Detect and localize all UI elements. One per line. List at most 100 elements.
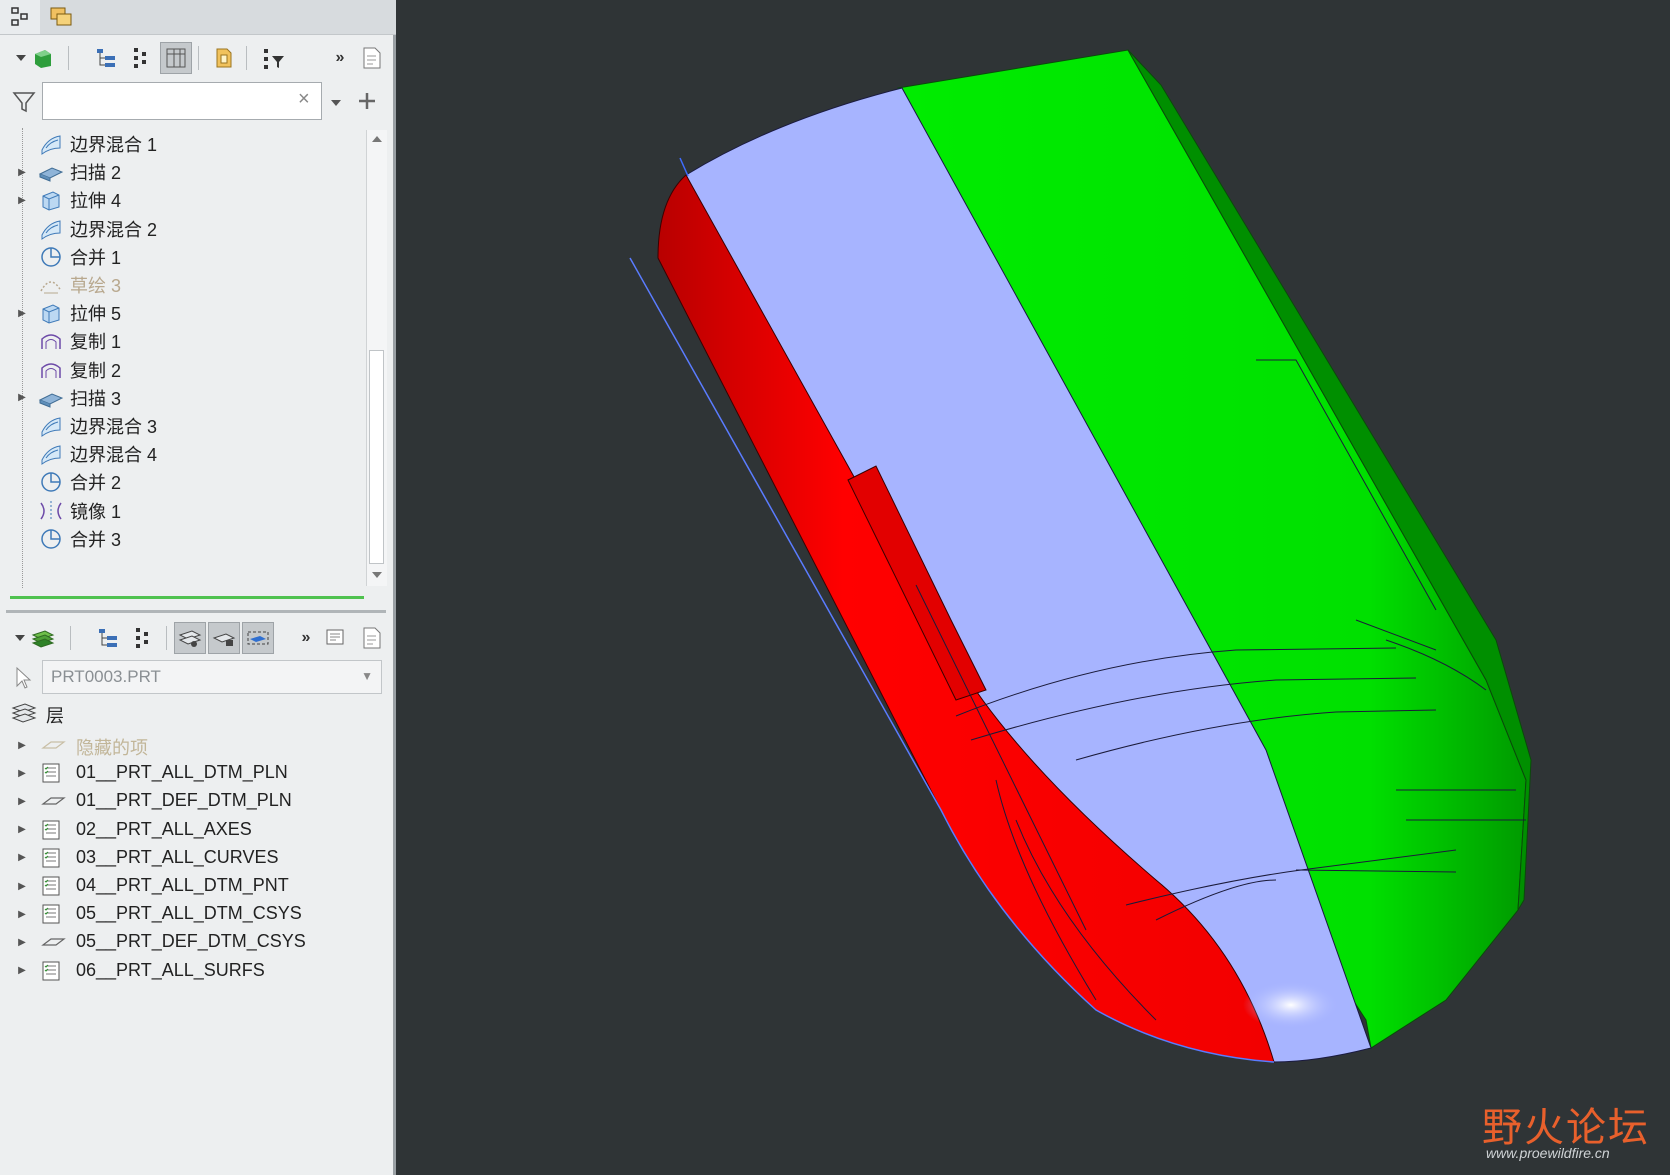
expand-arrow-icon[interactable]: ▶ — [16, 871, 28, 901]
active-model-row: PRT0003.PRT ▼ — [0, 660, 396, 696]
add-icon[interactable] — [356, 90, 378, 112]
tree-item[interactable]: 复制 1 — [0, 326, 364, 356]
expand-arrow-icon[interactable]: ▶ — [16, 185, 28, 215]
layer-menu-button[interactable] — [10, 622, 60, 654]
layer-item[interactable]: ▶ 06__PRT_ALL_SURFS — [0, 956, 396, 986]
layer-tree-show-button[interactable] — [92, 622, 124, 654]
sweep-icon — [38, 160, 64, 184]
layer-item[interactable]: ▶ 05__PRT_DEF_DTM_CSYS — [0, 927, 396, 957]
tree-item[interactable]: 合并 1 — [0, 242, 364, 272]
layer-expand-button[interactable] — [126, 622, 158, 654]
layer-isolate-button[interactable] — [208, 622, 240, 654]
layer-item[interactable]: ▶ 01__PRT_ALL_DTM_PLN — [0, 758, 396, 788]
layer-item-label: 05__PRT_ALL_DTM_CSYS — [76, 903, 302, 924]
tab-model-tree[interactable] — [0, 0, 40, 34]
expand-arrow-icon[interactable]: ▶ — [16, 815, 28, 845]
expand-arrow-icon[interactable]: ▶ — [16, 956, 28, 986]
tree-connector — [16, 467, 28, 497]
expand-arrow-icon[interactable]: ▶ — [16, 298, 28, 328]
tree-filter-button[interactable] — [258, 42, 290, 74]
tree-item[interactable]: 草绘 3 — [0, 270, 364, 300]
tree-item[interactable]: 合并 2 — [0, 467, 364, 497]
active-model-select[interactable]: PRT0003.PRT ▼ — [42, 660, 382, 694]
close-icon[interactable]: × — [298, 88, 310, 111]
expand-arrow-icon[interactable]: ▶ — [16, 157, 28, 187]
settings-page-icon — [363, 47, 381, 69]
expand-arrow-icon[interactable]: ▶ — [16, 383, 28, 413]
merge-icon — [38, 470, 64, 494]
active-model-name: PRT0003.PRT — [51, 667, 161, 686]
table-columns-icon — [166, 48, 186, 68]
tree-item[interactable]: 边界混合 2 — [0, 214, 364, 244]
layer-hidden-icon — [247, 631, 269, 645]
layer-hide-button[interactable] — [242, 622, 274, 654]
tree-connector — [16, 524, 28, 554]
tree-item-label: 扫描 2 — [70, 163, 122, 184]
scroll-up-icon[interactable] — [371, 134, 383, 144]
layer-settings-button[interactable] — [356, 622, 388, 654]
expand-arrow-icon[interactable]: ▶ — [16, 730, 28, 760]
merge-icon — [38, 527, 64, 551]
layer-item[interactable]: ▶ 隐藏的项 — [0, 730, 396, 760]
model-tree-toolbar: » — [0, 36, 396, 80]
tree-item[interactable]: 边界混合 3 — [0, 411, 364, 441]
search-input[interactable] — [42, 82, 322, 120]
model-tree-menu-button[interactable] — [10, 42, 60, 74]
funnel-icon[interactable] — [12, 90, 36, 114]
tree-item[interactable]: 边界混合 1 — [0, 129, 364, 159]
expand-arrow-icon[interactable]: ▶ — [16, 843, 28, 873]
tree-item[interactable]: ▶ 扫描 2 — [0, 157, 364, 187]
chevron-down-icon[interactable] — [330, 98, 342, 108]
extrude-icon — [38, 301, 64, 325]
tree-item[interactable]: ▶ 扫描 3 — [0, 383, 364, 413]
expand-arrow-icon[interactable]: ▶ — [16, 758, 28, 788]
layer-visible-icon — [178, 630, 202, 647]
tree-item-label: 拉伸 5 — [70, 304, 122, 325]
tree-item-label: 合并 3 — [70, 529, 122, 550]
layer-item[interactable]: ▶ 05__PRT_ALL_DTM_CSYS — [0, 899, 396, 929]
tree-item-label: 边界混合 4 — [70, 445, 158, 466]
tree-item[interactable]: 合并 3 — [0, 524, 364, 554]
tree-item[interactable]: 边界混合 4 — [0, 439, 364, 469]
tree-item-label: 边界混合 3 — [70, 417, 158, 437]
sweep-icon — [38, 386, 64, 410]
tree-columns-button[interactable] — [160, 42, 192, 74]
expand-arrow-icon[interactable]: ▶ — [16, 927, 28, 957]
graphics-viewport[interactable] — [396, 0, 1670, 1175]
layer-tree: ▶ 隐藏的项 ▶ 01__PRT_ALL_DTM_PLN ▶ 01__PRT_DEF_DT… — [0, 728, 396, 998]
layer-item[interactable]: ▶ 04__PRT_ALL_DTM_PNT — [0, 871, 396, 901]
layer-properties-button[interactable] — [320, 622, 352, 654]
scrollbar-thumb[interactable] — [369, 350, 384, 564]
panel-splitter[interactable] — [6, 610, 386, 613]
layer-item[interactable]: ▶ 03__PRT_ALL_CURVES — [0, 843, 396, 873]
merge-icon — [38, 245, 64, 269]
tree-show-button[interactable] — [90, 42, 122, 74]
feature-insert-button[interactable] — [208, 42, 240, 74]
tree-item[interactable]: 复制 2 — [0, 355, 364, 385]
layer-toolbar-overflow-button[interactable]: » — [290, 622, 322, 654]
expand-arrow-icon[interactable]: ▶ — [16, 899, 28, 929]
default-layer-icon — [40, 931, 66, 953]
tree-settings-button[interactable] — [356, 42, 388, 74]
forum-watermark: 野火论坛 www.proewildfire.cn — [1482, 1095, 1662, 1165]
layer-root[interactable]: 层 — [0, 698, 396, 728]
layer-item-label: 05__PRT_DEF_DTM_CSYS — [76, 931, 306, 952]
layer-show-button[interactable] — [174, 622, 206, 654]
tree-item[interactable]: ▶ 拉伸 5 — [0, 298, 364, 328]
layer-item[interactable]: ▶ 02__PRT_ALL_AXES — [0, 815, 396, 845]
layer-item[interactable]: ▶ 01__PRT_DEF_DTM_PLN — [0, 786, 396, 816]
watermark-url: www.proewildfire.cn — [1486, 1145, 1610, 1161]
tree-scrollbar[interactable] — [366, 130, 387, 586]
toolbar-overflow-button[interactable]: » — [324, 42, 356, 74]
expand-arrow-icon[interactable]: ▶ — [16, 786, 28, 816]
part-3d-model[interactable] — [396, 0, 1670, 1175]
sketch-icon — [38, 273, 64, 297]
tree-item[interactable]: 镜像 1 — [0, 496, 364, 526]
layer-item-label: 隐藏的项 — [76, 738, 148, 758]
scroll-down-icon[interactable] — [371, 570, 383, 580]
tree-item[interactable]: ▶ 拉伸 4 — [0, 185, 364, 215]
insert-here-marker[interactable] — [10, 596, 364, 599]
tree-expand-button[interactable] — [124, 42, 156, 74]
settings-page-icon — [363, 627, 381, 649]
tab-folder-browser[interactable] — [42, 0, 82, 34]
